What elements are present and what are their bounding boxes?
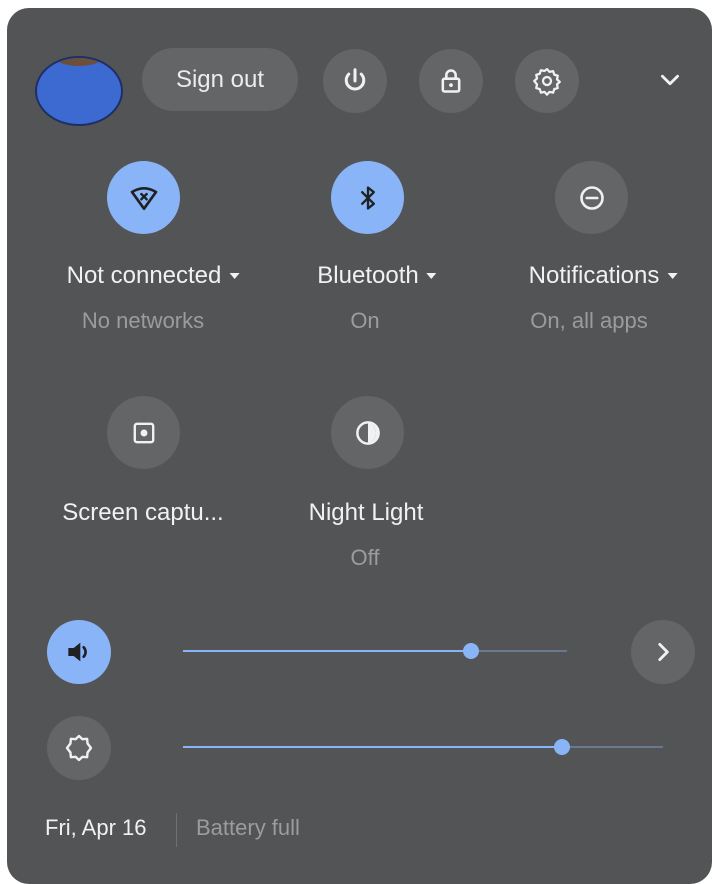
notifications-label: Notifications	[528, 262, 660, 289]
network-label: Not connected	[66, 262, 222, 289]
volume-slider-fill	[183, 650, 471, 652]
brightness-slider-thumb[interactable]	[554, 739, 571, 755]
screen-capture-label[interactable]: Screen captu...	[62, 499, 223, 527]
lock-icon	[441, 69, 461, 93]
bluetooth-icon	[360, 185, 375, 210]
screen-capture-text: Screen captu...	[62, 499, 224, 526]
network-dropdown-icon	[229, 273, 240, 279]
settings-icon	[533, 68, 561, 96]
collapse-chevron-icon	[661, 74, 679, 86]
user-avatar[interactable]	[35, 56, 123, 126]
sign-out-button[interactable]: Sign out	[142, 48, 298, 111]
bluetooth-toggle[interactable]	[331, 161, 404, 234]
footer-divider	[176, 813, 177, 847]
night-light-text: Night Light	[308, 499, 424, 526]
network-toggle[interactable]	[107, 161, 180, 234]
brightness-icon	[65, 734, 93, 762]
network-status: No networks	[81, 308, 205, 333]
collapse-button[interactable]	[648, 58, 692, 102]
bluetooth-dropdown-icon	[426, 273, 437, 279]
bluetooth-label: Bluetooth	[317, 262, 419, 289]
audio-settings-button[interactable]	[631, 620, 695, 684]
power-icon	[344, 68, 366, 91]
notifications-menu[interactable]: Notifications	[529, 262, 678, 290]
bluetooth-status: On	[350, 308, 380, 333]
night-light-toggle[interactable]	[331, 396, 404, 469]
settings-button[interactable]	[515, 49, 579, 113]
chevron-right-icon	[658, 643, 669, 661]
night-light-status: Off	[350, 545, 380, 570]
screen-capture-toggle[interactable]	[107, 396, 180, 469]
network-menu[interactable]: Not connected	[67, 262, 240, 290]
battery-status: Battery full	[196, 815, 300, 840]
bluetooth-menu[interactable]: Bluetooth	[317, 262, 437, 290]
mute-button[interactable]	[47, 620, 111, 684]
brightness-slider-fill	[183, 746, 563, 748]
wifi-off-icon	[130, 186, 157, 210]
notifications-toggle[interactable]	[555, 161, 628, 234]
lock-button[interactable]	[419, 49, 483, 113]
power-button[interactable]	[323, 49, 387, 113]
brightness-button[interactable]	[47, 716, 111, 780]
night-light-icon	[355, 420, 380, 445]
volume-slider[interactable]	[183, 643, 567, 659]
quick-settings-panel: Sign out Not connected No networks Bluet…	[7, 8, 712, 884]
volume-slider-thumb[interactable]	[463, 643, 479, 659]
brightness-slider[interactable]	[183, 739, 663, 755]
date-label[interactable]: Fri, Apr 16	[45, 815, 146, 841]
notifications-status: On, all apps	[530, 308, 648, 333]
volume-icon	[68, 642, 87, 662]
do-not-disturb-icon	[579, 185, 604, 210]
notifications-dropdown-icon	[667, 273, 678, 279]
avatar-hair	[49, 58, 109, 66]
night-light-label[interactable]: Night Light	[309, 499, 424, 527]
screen-capture-icon	[133, 422, 154, 443]
